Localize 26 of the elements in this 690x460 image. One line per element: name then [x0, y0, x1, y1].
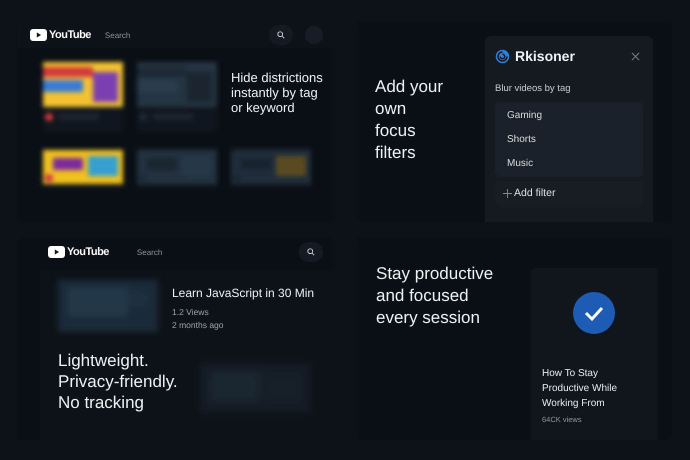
- play-logo-icon: [30, 29, 47, 41]
- logo-text: YouTube: [49, 29, 91, 41]
- caption: Stay productive and focused every session: [376, 263, 494, 329]
- caption: Hide districtions instantly by tag or keyword: [231, 69, 324, 117]
- video-title[interactable]: Learn JavaScript in 30 Min: [172, 286, 314, 300]
- play-logo-icon: [48, 246, 65, 258]
- tag-item[interactable]: Music: [499, 155, 639, 172]
- search-icon: [307, 248, 315, 256]
- caption: Add your own focus filters: [375, 76, 444, 164]
- logo-text: YouTube: [67, 246, 109, 258]
- tag-item[interactable]: Gaming: [499, 107, 639, 124]
- section-label: Blur videos by tag: [495, 83, 572, 94]
- search-button[interactable]: [299, 242, 323, 262]
- search-field[interactable]: Search: [134, 246, 273, 258]
- popup-title: Rkisoner: [515, 48, 576, 64]
- video-title: How To Stay Productive While Working From: [542, 367, 618, 411]
- caption: Lightweight. Privacy-friendly. No tracking: [58, 350, 179, 413]
- search-icon: [277, 31, 285, 39]
- search-button[interactable]: [269, 25, 293, 45]
- search-field[interactable]: Search: [102, 28, 257, 42]
- plus-icon: [503, 188, 512, 198]
- upload-date: 2 months ago: [172, 320, 225, 330]
- close-icon[interactable]: [631, 52, 640, 60]
- tag-item[interactable]: Shorts: [499, 131, 639, 148]
- view-count: 1.2 Views: [172, 307, 210, 317]
- swirl-logo-icon: [495, 48, 510, 64]
